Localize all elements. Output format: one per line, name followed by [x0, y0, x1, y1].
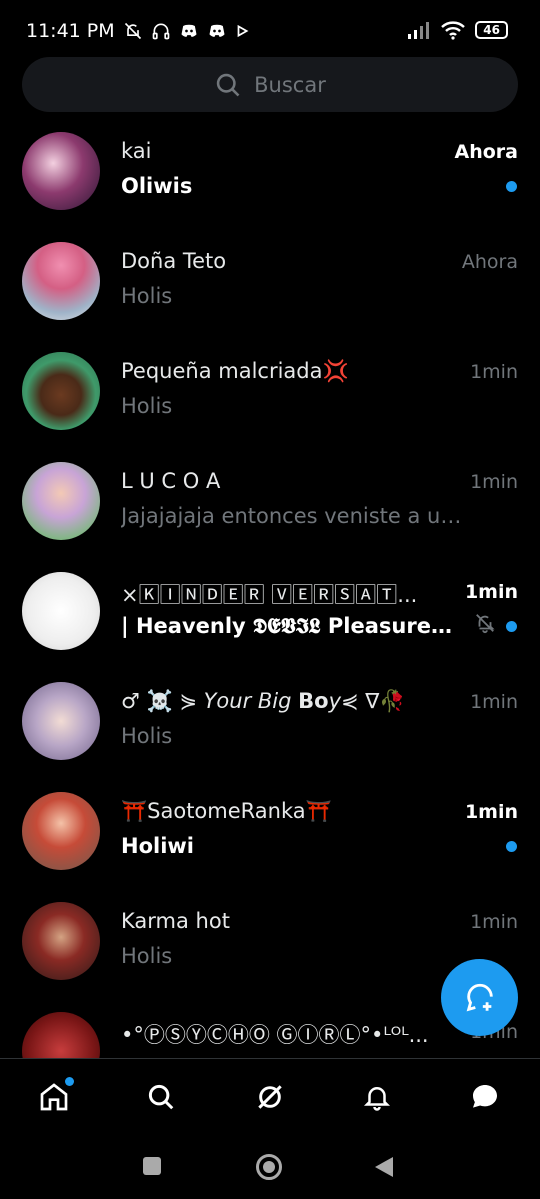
- message-bubble-icon: [473, 1085, 497, 1108]
- conversation-name: ⛩️SaotomeRanka⛩️: [121, 799, 332, 823]
- conversation-item[interactable]: Pequeña malcriada💢 Holis 1min: [0, 352, 540, 462]
- discord-icon-2: [209, 24, 225, 37]
- battery-indicator: 46: [475, 21, 508, 39]
- system-navigation: [0, 1134, 540, 1199]
- notification-muted-icon: [124, 22, 141, 40]
- back-button[interactable]: [373, 1155, 395, 1179]
- conversation-time: Ahora: [461, 251, 518, 273]
- home-notification-dot: [65, 1077, 74, 1086]
- home-icon: [40, 1083, 68, 1111]
- conversation-item[interactable]: ♂ ☠️ ⋟ 𝘠𝘰𝘶𝘳 𝘉𝘪𝘨 𝗕𝗼𝘺⋞ ∇🥀 Holis 1min: [0, 682, 540, 792]
- conversation-item[interactable]: ×🄺🄸🄽🄳🄴🅁 🅅🄴🅁🅂🄰🅃... | Heavenly 𝕯𝕰𝖁𝕴𝕷 Pleasu…: [0, 572, 540, 682]
- grok-tab[interactable]: [252, 1079, 288, 1115]
- unread-dot: [506, 841, 517, 852]
- headphones-icon: [152, 23, 169, 40]
- grok-icon: [258, 1085, 282, 1109]
- unread-dot: [506, 181, 517, 192]
- conversation-time: 1min: [470, 361, 518, 383]
- bell-icon: [363, 1087, 391, 1111]
- home-tab[interactable]: [36, 1077, 74, 1115]
- conversation-name: Doña Teto: [121, 249, 227, 273]
- conversation-name: kai: [121, 139, 152, 163]
- new-message-button[interactable]: [441, 959, 518, 1036]
- conversation-name: Pequeña malcriada💢: [121, 359, 349, 383]
- unread-dot: [506, 621, 517, 632]
- conversation-time: Ahora: [454, 141, 518, 163]
- conversation-item[interactable]: ⛩️SaotomeRanka⛩️ Holiwi 1min: [0, 792, 540, 902]
- conversation-time: 1min: [470, 471, 518, 493]
- status-time: 11:41 PM: [26, 20, 115, 42]
- search-icon: [148, 1084, 174, 1110]
- recent-apps-button[interactable]: [143, 1157, 161, 1175]
- avatar[interactable]: [22, 902, 100, 980]
- search-tab[interactable]: [143, 1079, 179, 1115]
- conversation-time: 1min: [470, 691, 518, 713]
- search-icon: [216, 73, 240, 96]
- conversation-item[interactable]: kai Oliwis Ahora: [0, 132, 540, 242]
- discord-icon: [181, 24, 197, 37]
- conversation-name: •°ⓅⓈⓎⒸⒽⓄ ⒼⒾⓇⓁ°•ᴸᴼᴸ...: [121, 1023, 429, 1047]
- muted-bell-icon: [476, 614, 495, 634]
- message-preview: Holis: [121, 394, 173, 418]
- status-bar: 11:41 PM 46: [0, 0, 540, 60]
- avatar[interactable]: [22, 132, 100, 210]
- messages-tab[interactable]: [467, 1079, 503, 1115]
- conversation-item[interactable]: L U C O A Jajajajaja entonces veniste a u…: [0, 462, 540, 572]
- wifi-icon: [441, 21, 466, 40]
- search-bar[interactable]: Buscar: [22, 57, 518, 112]
- avatar[interactable]: [22, 682, 100, 760]
- message-preview: Holis: [121, 724, 173, 748]
- message-preview: | Heavenly 𝕯𝕰𝖁𝕴𝕷 Pleasure🪽 |:...: [121, 614, 466, 638]
- conversation-time: 1min: [470, 911, 518, 933]
- search-placeholder: Buscar: [254, 72, 326, 97]
- message-preview: Holis: [121, 284, 173, 308]
- conversation-name: L U C O A: [121, 469, 221, 493]
- avatar[interactable]: [22, 572, 100, 650]
- home-button[interactable]: [256, 1154, 282, 1180]
- notifications-tab[interactable]: [359, 1079, 395, 1115]
- conversation-item[interactable]: Doña Teto Holis Ahora: [0, 242, 540, 352]
- message-preview: Holiwi: [121, 834, 194, 858]
- bottom-navigation: [0, 1058, 540, 1135]
- conversation-time: 1min: [464, 801, 518, 823]
- avatar[interactable]: [22, 792, 100, 870]
- message-preview: Holis: [121, 944, 173, 968]
- conversation-name: Karma hot: [121, 909, 230, 933]
- message-preview: Jajajajaja entonces veniste a un b...: [121, 504, 466, 528]
- message-preview: Oliwis: [121, 174, 193, 198]
- play-icon: [237, 24, 249, 38]
- avatar[interactable]: [22, 462, 100, 540]
- new-message-icon: [466, 983, 493, 1011]
- conversation-name: ♂ ☠️ ⋟ 𝘠𝘰𝘶𝘳 𝘉𝘪𝘨 𝗕𝗼𝘺⋞ ∇🥀: [121, 689, 406, 713]
- avatar[interactable]: [22, 352, 100, 430]
- avatar[interactable]: [22, 242, 100, 320]
- conversation-time: 1min: [464, 581, 518, 603]
- conversation-name: ×🄺🄸🄽🄳🄴🅁 🅅🄴🅁🅂🄰🅃...: [121, 583, 418, 607]
- signal-icon: [408, 22, 430, 39]
